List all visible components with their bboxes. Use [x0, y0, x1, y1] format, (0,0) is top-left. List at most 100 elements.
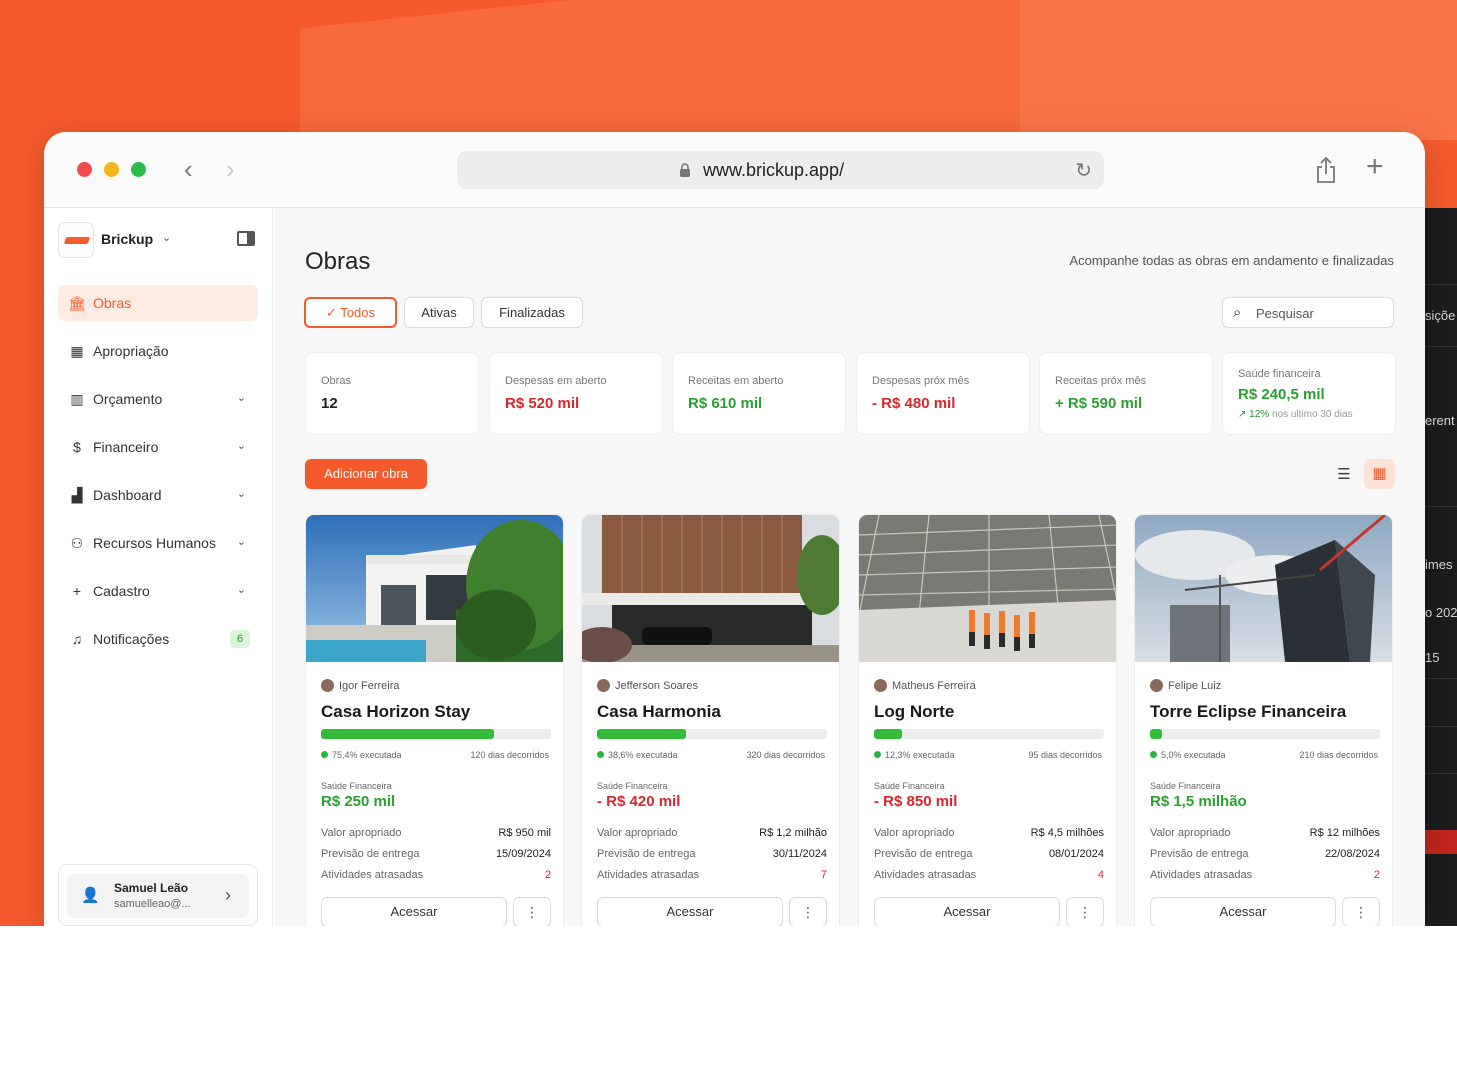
address-bar[interactable]: www.brickup.app/ ↻: [457, 151, 1104, 189]
notification-count-badge: 6: [230, 630, 250, 648]
sidebar-item-label: Apropriação: [93, 343, 169, 359]
stat-card-saude-financeira: Saúde financeira R$ 240,5 mil ↗ 12% nos …: [1222, 352, 1396, 435]
project-card: Jefferson Soares Casa Harmonia 38,6% exe…: [581, 514, 840, 926]
browser-titlebar: ‹ › www.brickup.app/ ↻ +: [44, 132, 1425, 208]
project-card: Igor Ferreira Casa Horizon Stay 75,4% ex…: [305, 514, 564, 926]
manager-name: Jefferson Soares: [615, 680, 698, 692]
row-label: Previsão de entrega: [321, 848, 420, 860]
close-window-button[interactable]: [77, 162, 92, 177]
stat-trend: ↗ 12% nos ultimo 30 dias: [1238, 409, 1353, 420]
status-dot: [321, 751, 328, 758]
forward-arrow-icon[interactable]: ›: [226, 156, 235, 182]
stat-label: Despesas em aberto: [505, 375, 607, 387]
acessar-button[interactable]: Acessar: [1150, 897, 1336, 926]
project-manager: Matheus Ferreira: [874, 679, 976, 692]
sidebar-item-obras[interactable]: 🏛 Obras: [58, 285, 258, 321]
reload-icon[interactable]: ↻: [1075, 158, 1092, 183]
stat-card-receitas-prox-mes: Receitas próx mês + R$ 590 mil: [1039, 352, 1213, 435]
trend-text: nos ultimo 30 dias: [1271, 409, 1353, 420]
maximize-window-button[interactable]: [131, 162, 146, 177]
previsao-entrega-row: Previsão de entrega 22/08/2024: [1150, 848, 1380, 860]
days-elapsed: 320 dias decorridos: [746, 750, 825, 760]
sidebar-item-financeiro[interactable]: $ Financeiro ⌄: [58, 429, 258, 465]
previsao-entrega-row: Previsão de entrega 15/09/2024: [321, 848, 551, 860]
sidebar-item-label: Obras: [93, 295, 132, 311]
chevron-down-icon: ⌄: [236, 392, 246, 404]
sidebar-item-cadastro[interactable]: + Cadastro ⌄: [58, 573, 258, 609]
list-view-icon[interactable]: ☰: [1330, 461, 1358, 489]
filter-label: Todos: [340, 305, 375, 320]
row-value: R$ 12 milhões: [1309, 827, 1380, 839]
trend-arrow-icon: ↗: [1238, 409, 1247, 420]
health-value: - R$ 420 mil: [597, 793, 681, 810]
brand-switcher[interactable]: Brickup ⌄: [58, 222, 258, 258]
progress-fill: [874, 729, 903, 739]
chevron-down-icon: ⌄: [236, 440, 246, 452]
project-photo-tower-crane: [1135, 515, 1392, 662]
chevron-down-icon: ⌄: [236, 584, 246, 596]
progress-bar: [1150, 729, 1380, 739]
sidebar-item-recursos-humanos[interactable]: ⚇ Recursos Humanos ⌄: [58, 525, 258, 561]
row-value: R$ 950 mil: [498, 827, 551, 839]
strip-divider: [1425, 678, 1457, 679]
stat-value: + R$ 590 mil: [1055, 395, 1143, 412]
search-input[interactable]: ⌕ Pesquisar: [1222, 297, 1394, 328]
user-profile-inner: 👤 Samuel Leão samuelleao@... ›: [67, 874, 249, 918]
project-photo-construction-site: [859, 515, 1116, 662]
add-obra-button[interactable]: Adicionar obra: [305, 459, 427, 489]
manager-name: Igor Ferreira: [339, 680, 400, 692]
minimize-window-button[interactable]: [104, 162, 119, 177]
sidebar: Brickup ⌄ 🏛 Obras ▦ Apropriação ▥ Orçame…: [44, 208, 273, 926]
stat-value: - R$ 480 mil: [872, 395, 956, 412]
plus-icon: +: [72, 583, 82, 599]
sidebar-item-dashboard[interactable]: ▟ Dashboard ⌄: [58, 477, 258, 513]
stat-label: Receitas próx mês: [1055, 375, 1147, 387]
executed-text: 5,0% executada: [1161, 750, 1226, 760]
back-arrow-icon[interactable]: ‹: [184, 156, 193, 182]
more-options-icon[interactable]: ⋮: [1342, 897, 1380, 926]
grid-icon: ▦: [70, 343, 84, 359]
sidebar-item-label: Notificações: [93, 631, 170, 647]
strip-divider: [1425, 284, 1457, 285]
filter-finalizadas-button[interactable]: Finalizadas: [481, 297, 583, 328]
brand-name: Brickup: [101, 231, 154, 247]
row-value: 30/11/2024: [772, 848, 827, 860]
filter-todos-button[interactable]: ✓ Todos: [304, 297, 397, 328]
row-label: Previsão de entrega: [874, 848, 973, 860]
health-label: Saúde Financeira: [321, 781, 392, 791]
atividades-atrasadas-row: Atividades atrasadas 2: [321, 869, 551, 881]
acessar-button[interactable]: Acessar: [874, 897, 1060, 926]
chevron-right-icon: ›: [225, 885, 231, 905]
new-tab-icon[interactable]: +: [1366, 152, 1384, 182]
more-options-icon[interactable]: ⋮: [789, 897, 827, 926]
page-title: Obras: [305, 248, 371, 275]
bell-icon: ♫: [71, 631, 83, 647]
more-options-icon[interactable]: ⋮: [1066, 897, 1104, 926]
chart-icon: ▟: [71, 487, 83, 503]
executed-percent: 38,6% executada: [597, 750, 678, 760]
progress-bar: [874, 729, 1104, 739]
sidebar-item-apropriacao[interactable]: ▦ Apropriação: [58, 333, 258, 369]
acessar-button[interactable]: Acessar: [597, 897, 783, 926]
more-options-icon[interactable]: ⋮: [513, 897, 551, 926]
sidebar-item-orcamento[interactable]: ▥ Orçamento ⌄: [58, 381, 258, 417]
valor-apropriado-row: Valor apropriado R$ 1,2 milhão: [597, 827, 827, 839]
acessar-button[interactable]: Acessar: [321, 897, 507, 926]
executed-text: 38,6% executada: [608, 750, 678, 760]
sidebar-item-notificacoes[interactable]: ♫ Notificações 6: [58, 621, 258, 657]
sidebar-collapse-icon[interactable]: [237, 231, 255, 246]
stat-label: Receitas em aberto: [688, 375, 784, 387]
filter-ativas-button[interactable]: Ativas: [404, 297, 474, 328]
progress-fill: [1150, 729, 1162, 739]
progress-fill: [597, 729, 686, 739]
health-value: R$ 1,5 milhão: [1150, 793, 1247, 810]
row-value: 4: [1097, 869, 1104, 881]
grid-view-icon[interactable]: ▦: [1364, 459, 1395, 489]
search-icon: ⌕: [1233, 304, 1242, 321]
user-profile-card[interactable]: 👤 Samuel Leão samuelleao@... ›: [58, 864, 258, 926]
share-icon[interactable]: [1315, 156, 1337, 184]
building-icon: 🏛: [68, 295, 86, 311]
row-label: Valor apropriado: [874, 827, 955, 839]
stat-card-despesas-prox-mes: Despesas próx mês - R$ 480 mil: [856, 352, 1030, 435]
days-elapsed: 95 dias decorridos: [1028, 750, 1102, 760]
